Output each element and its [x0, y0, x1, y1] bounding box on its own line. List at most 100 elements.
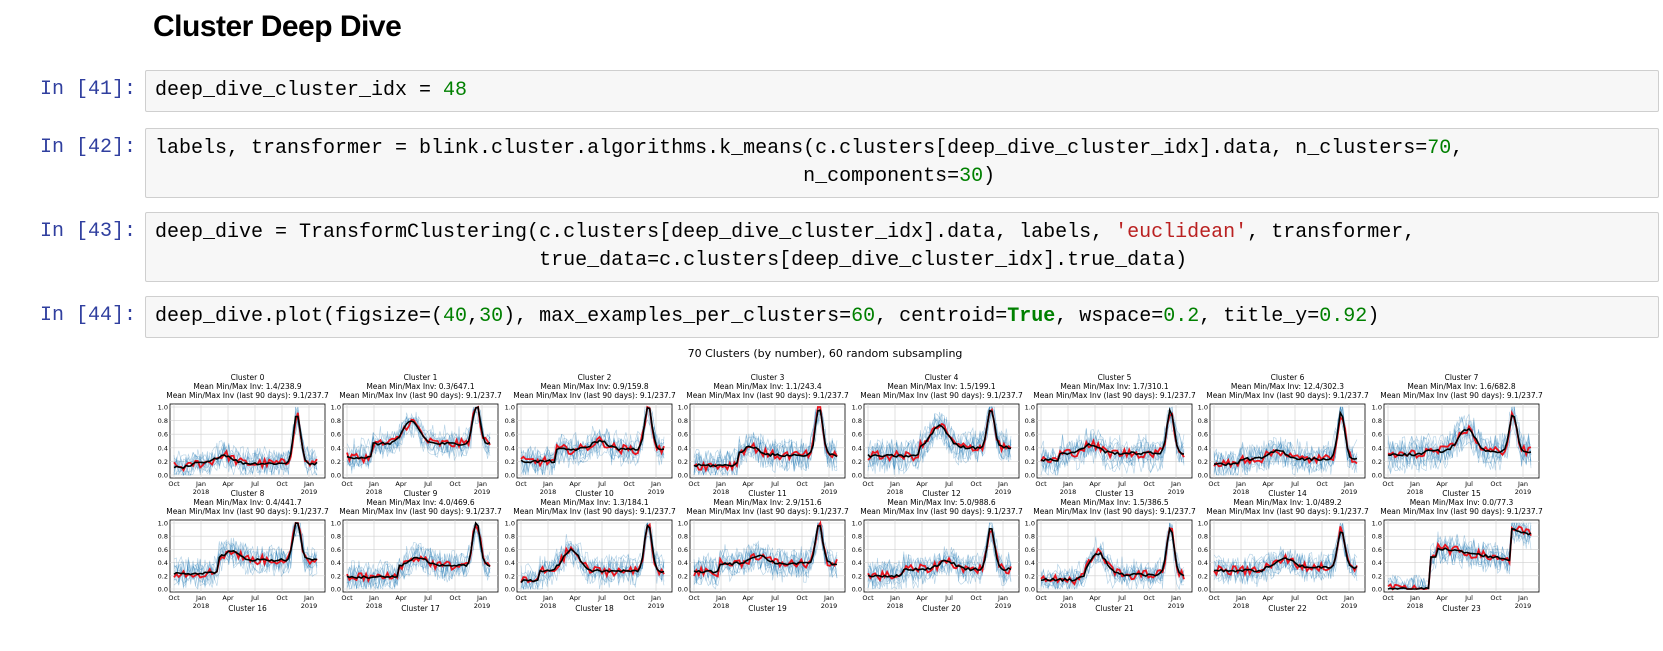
x-tick-label: Jan [542, 594, 553, 602]
y-tick-label: 0.6 [852, 546, 862, 554]
panel-inv-label: Mean Min/Max Inv: 1.6/682.8 [1407, 382, 1516, 391]
sample-series-line [867, 531, 1012, 590]
true-data-line [867, 407, 1012, 463]
x-tick-label: Apr [742, 594, 754, 602]
sample-series-line [693, 522, 838, 587]
sample-series-line [520, 411, 665, 476]
panel-inv90-label: Mean Min/Max Inv (last 90 days): 9.1/237… [860, 391, 1023, 400]
sample-series-line [867, 406, 1012, 472]
y-tick-label: 0.4 [158, 444, 168, 452]
y-tick-label: 0.8 [505, 533, 515, 541]
sample-series-line [867, 406, 1012, 470]
x-tick-year-label: 2019 [648, 488, 665, 496]
y-tick-label: 0.6 [1025, 431, 1035, 439]
sample-series-line [520, 406, 665, 472]
sample-series-line [1213, 418, 1358, 477]
panel-title: Cluster 18 [575, 604, 614, 613]
x-tick-label: Jan [1235, 480, 1246, 488]
cell-prompt: In [42]: [39, 136, 136, 159]
y-tick-label: 0.2 [505, 458, 515, 466]
x-tick-label: Apr [395, 594, 407, 602]
x-tick-label: Apr [1436, 480, 1448, 488]
y-tick-label: 0.4 [678, 559, 688, 567]
x-tick-year-label: 2019 [474, 488, 491, 496]
x-tick-label: Oct [1316, 594, 1328, 602]
x-tick-label: Apr [222, 480, 234, 488]
sample-series-line [867, 406, 1012, 476]
sample-series-line [867, 406, 1012, 461]
true-data-line [1387, 525, 1532, 591]
sample-series-line [346, 522, 491, 590]
panel-title: Cluster 5 [1098, 373, 1132, 382]
sample-series-line [1387, 414, 1532, 468]
x-tick-label: Oct [862, 594, 874, 602]
x-tick-label: Jan [303, 480, 314, 488]
x-tick-label: Jul [770, 594, 779, 602]
code-line: n_components=30) [155, 163, 1649, 191]
centroid-line [1387, 528, 1532, 590]
y-tick-label: 0.6 [678, 546, 688, 554]
sample-series-line [1387, 406, 1532, 472]
code-token: 30 [959, 165, 984, 188]
sample-series-line [693, 522, 838, 590]
y-tick-label: 0.4 [1372, 444, 1382, 452]
x-tick-label: Oct [515, 594, 527, 602]
x-tick-year-label: 2018 [1407, 602, 1424, 610]
sample-series-line [173, 406, 318, 476]
sample-series-line [867, 527, 1012, 589]
sample-series-line [346, 406, 491, 471]
x-tick-label: Jan [1409, 594, 1420, 602]
panel-axes [1036, 519, 1193, 593]
code-line: deep_dive_cluster_idx = 48 [155, 77, 1649, 105]
code-editor[interactable]: deep_dive = TransformClustering(c.cluste… [145, 212, 1659, 282]
y-tick-label: 0.0 [1198, 586, 1208, 594]
sample-series-line [520, 411, 665, 473]
panel-title: Cluster 15 [1442, 489, 1481, 498]
panel-inv-label: Mean Min/Max Inv: 1.3/184.1 [540, 498, 649, 507]
sample-series-line [173, 406, 318, 476]
sample-series-line [346, 522, 491, 591]
code-editor[interactable]: labels, transformer = blink.cluster.algo… [145, 128, 1659, 198]
y-tick-label: 0.2 [852, 458, 862, 466]
x-tick-year-label: 2019 [301, 488, 318, 496]
code-token: n_components= [155, 165, 960, 188]
x-tick-year-label: 2018 [1407, 488, 1424, 496]
x-tick-label: Jan [715, 480, 726, 488]
x-tick-year-label: 2018 [193, 488, 210, 496]
sample-series-line [693, 414, 838, 475]
sample-series-line [1387, 522, 1532, 591]
code-editor[interactable]: deep_dive.plot(figsize=(40,30), max_exam… [145, 296, 1659, 338]
y-tick-label: 0.4 [331, 444, 341, 452]
sample-series-line [173, 414, 318, 476]
code-token: 0.2 [1163, 305, 1200, 328]
panel-title: Cluster 16 [228, 604, 267, 613]
y-tick-label: 0.2 [1025, 458, 1035, 466]
x-tick-label: Jan [303, 594, 314, 602]
y-tick-label: 0.8 [1372, 533, 1382, 541]
code-editor[interactable]: deep_dive_cluster_idx = 48 [145, 70, 1659, 112]
sample-series-line [346, 530, 491, 590]
sample-series-line [173, 406, 318, 475]
y-tick-label: 0.8 [1025, 417, 1035, 425]
y-tick-label: 1.0 [1025, 520, 1035, 528]
x-tick-label: Jan [368, 480, 379, 488]
sample-series-line [1040, 524, 1185, 587]
sample-series-line [1213, 406, 1358, 476]
sample-series-line [1040, 406, 1185, 468]
x-tick-label: Jan [889, 594, 900, 602]
x-tick-label: Apr [916, 480, 928, 488]
true-data-line [693, 406, 838, 473]
panel-axes [516, 403, 673, 479]
x-tick-year-label: 2019 [821, 602, 838, 610]
y-tick-label: 0.6 [331, 546, 341, 554]
y-tick-label: 0.2 [1372, 458, 1382, 466]
sample-series-line [346, 406, 491, 466]
y-tick-label: 0.6 [678, 431, 688, 439]
true-data-line [520, 405, 665, 468]
sample-series-line [693, 406, 838, 477]
y-tick-label: 0.4 [158, 559, 168, 567]
panel-inv90-label: Mean Min/Max Inv (last 90 days): 9.1/237… [1033, 391, 1196, 400]
sample-series-line [1388, 522, 1532, 590]
sample-series-line [693, 523, 838, 581]
code-token: 40 [443, 305, 468, 328]
